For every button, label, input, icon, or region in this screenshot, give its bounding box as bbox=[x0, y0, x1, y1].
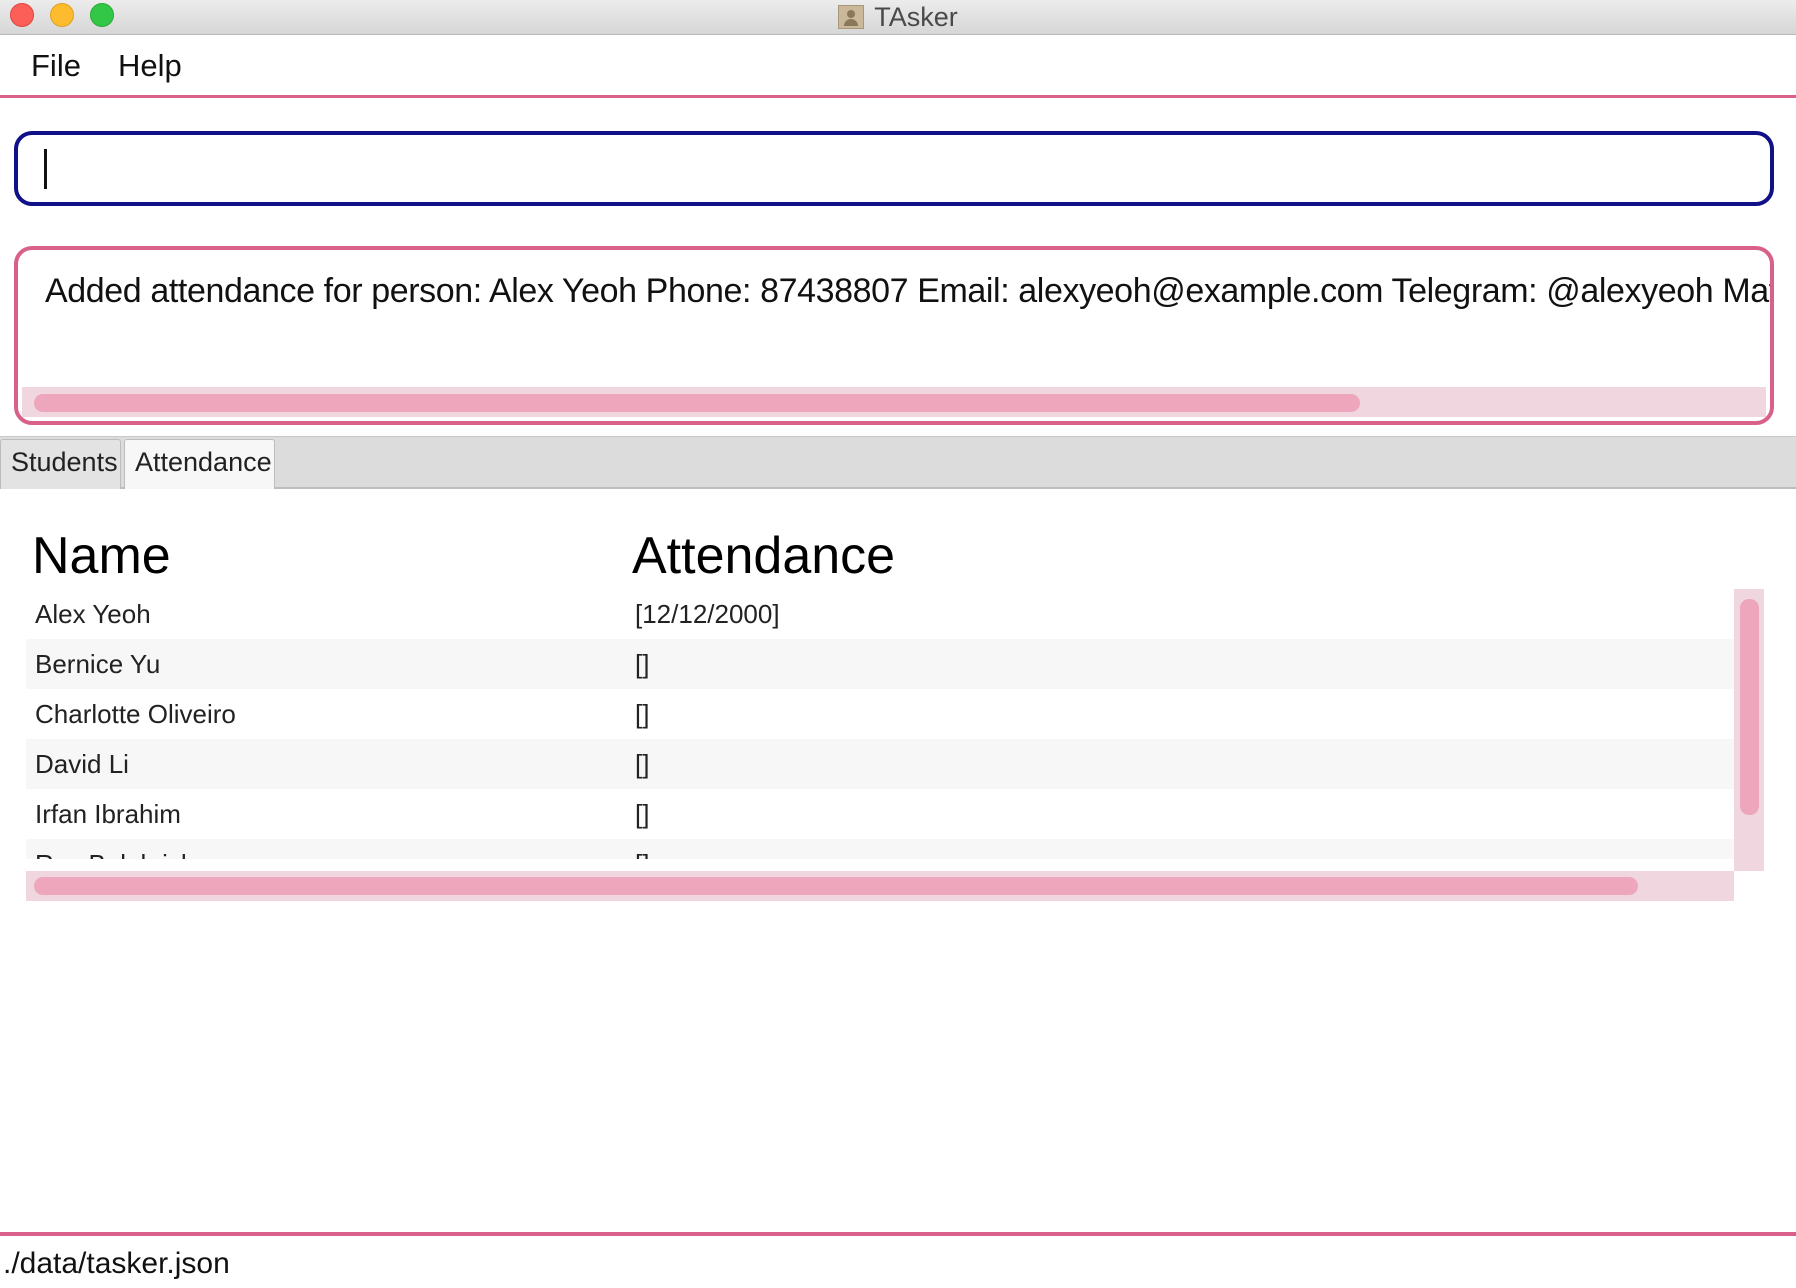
row-name: Bernice Yu bbox=[35, 649, 161, 679]
window-title-group: TAsker bbox=[0, 0, 1796, 34]
result-message: Added attendance for person: Alex Yeoh P… bbox=[45, 272, 1774, 310]
window-title: TAsker bbox=[874, 1, 958, 32]
row-name: Roy Balakrishnan bbox=[35, 849, 239, 859]
list-vertical-scrollbar[interactable] bbox=[1734, 589, 1764, 871]
table-row[interactable]: Charlotte Oliveiro [] bbox=[26, 689, 1734, 739]
table-row[interactable]: Bernice Yu [] bbox=[26, 639, 1734, 689]
command-input[interactable] bbox=[18, 135, 1770, 202]
row-name: David Li bbox=[35, 749, 129, 779]
status-bar: ./data/tasker.json bbox=[0, 1232, 1796, 1288]
result-display: Added attendance for person: Alex Yeoh P… bbox=[14, 246, 1774, 425]
menu-help[interactable]: Help bbox=[118, 48, 182, 84]
column-header-attendance: Attendance bbox=[632, 527, 896, 585]
row-attendance: [] bbox=[635, 649, 650, 679]
row-attendance: [] bbox=[635, 849, 649, 859]
attendance-panel: Name Attendance Alex Yeoh [12/12/2000] B… bbox=[0, 489, 1796, 1232]
table-row[interactable]: Alex Yeoh [12/12/2000] bbox=[26, 589, 1734, 639]
row-name: Irfan Ibrahim bbox=[35, 799, 181, 829]
list-vertical-scroll-thumb[interactable] bbox=[1740, 599, 1759, 815]
row-attendance: [] bbox=[635, 799, 650, 829]
attendance-list[interactable]: Alex Yeoh [12/12/2000] Bernice Yu [] Cha… bbox=[26, 589, 1734, 859]
table-row[interactable]: David Li [] bbox=[26, 739, 1734, 789]
row-attendance: [12/12/2000] bbox=[635, 599, 780, 629]
tab-bar: Students Attendance bbox=[0, 436, 1796, 490]
row-name: Charlotte Oliveiro bbox=[35, 699, 236, 729]
tab-students[interactable]: Students bbox=[0, 439, 121, 490]
column-header-name: Name bbox=[32, 527, 171, 585]
command-box[interactable] bbox=[14, 131, 1774, 206]
contacts-book-icon bbox=[838, 5, 865, 29]
result-scroll-thumb[interactable] bbox=[34, 394, 1360, 412]
list-horizontal-scrollbar[interactable] bbox=[26, 871, 1734, 901]
text-caret bbox=[44, 149, 47, 189]
table-row[interactable]: Irfan Ibrahim [] bbox=[26, 789, 1734, 839]
row-name: Alex Yeoh bbox=[35, 599, 151, 629]
menu-bar: File Help bbox=[0, 35, 1796, 98]
row-attendance: [] bbox=[635, 699, 650, 729]
table-row[interactable]: Roy Balakrishnan [] bbox=[26, 839, 1734, 859]
save-file-path: ./data/tasker.json bbox=[3, 1247, 230, 1280]
list-horizontal-scroll-thumb[interactable] bbox=[34, 877, 1638, 895]
tab-attendance[interactable]: Attendance bbox=[124, 439, 275, 490]
result-horizontal-scrollbar[interactable] bbox=[22, 387, 1766, 417]
row-attendance: [] bbox=[635, 749, 650, 779]
window-titlebar: TAsker bbox=[0, 0, 1796, 35]
menu-file[interactable]: File bbox=[31, 48, 81, 84]
